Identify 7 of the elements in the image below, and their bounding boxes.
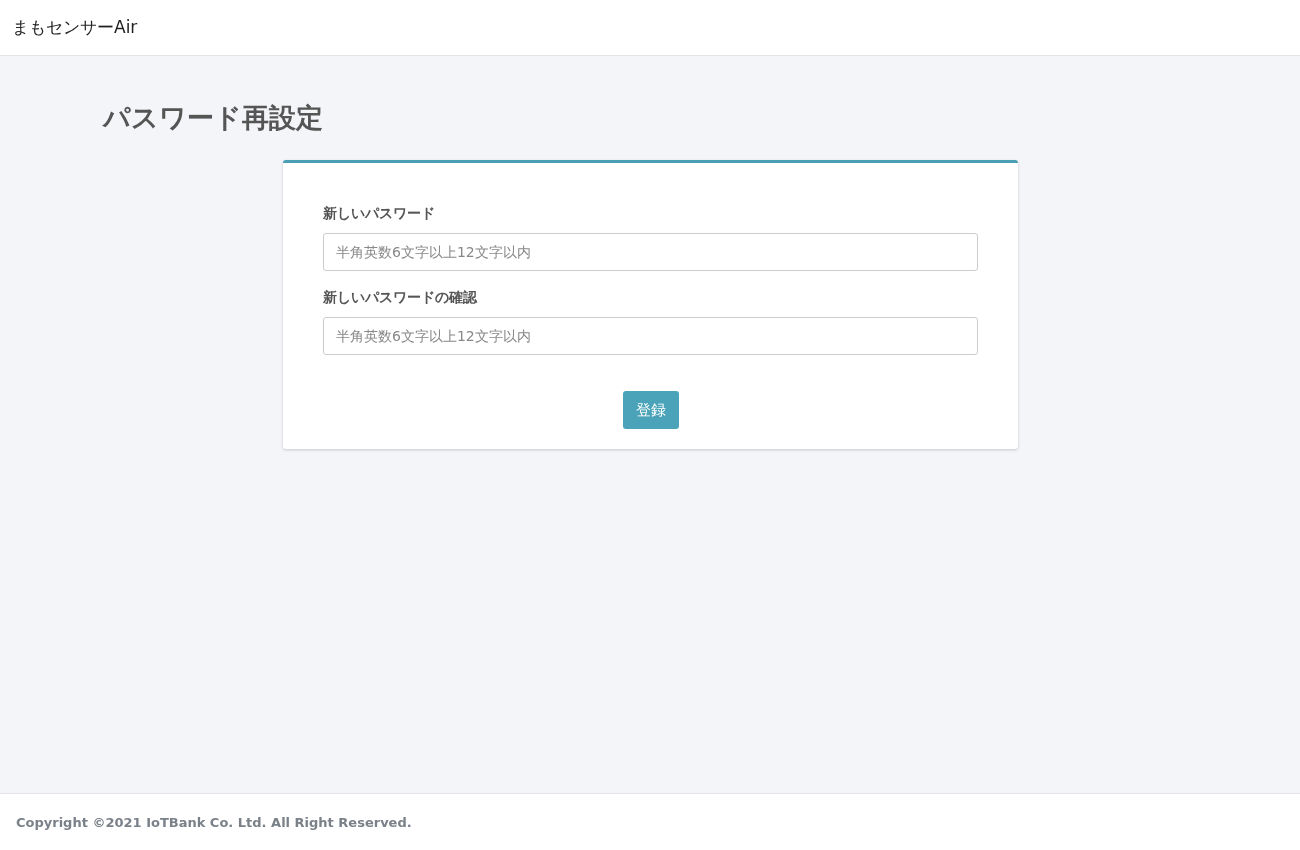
- password-field[interactable]: 半角英数6文字以上12文字以内: [323, 317, 978, 355]
- field-label: 新しいパスワード: [323, 205, 436, 223]
- page-title: パスワード再設定: [103, 101, 324, 135]
- brand-name[interactable]: まもセンサーAir: [12, 16, 138, 39]
- copyright-text: Copyright ©2021 IoTBank Co. Ltd. All Right Reserved.: [16, 814, 412, 830]
- field-label: 新しいパスワードの確認: [323, 289, 478, 307]
- password-field[interactable]: 半角英数6文字以上12文字以内: [323, 233, 978, 271]
